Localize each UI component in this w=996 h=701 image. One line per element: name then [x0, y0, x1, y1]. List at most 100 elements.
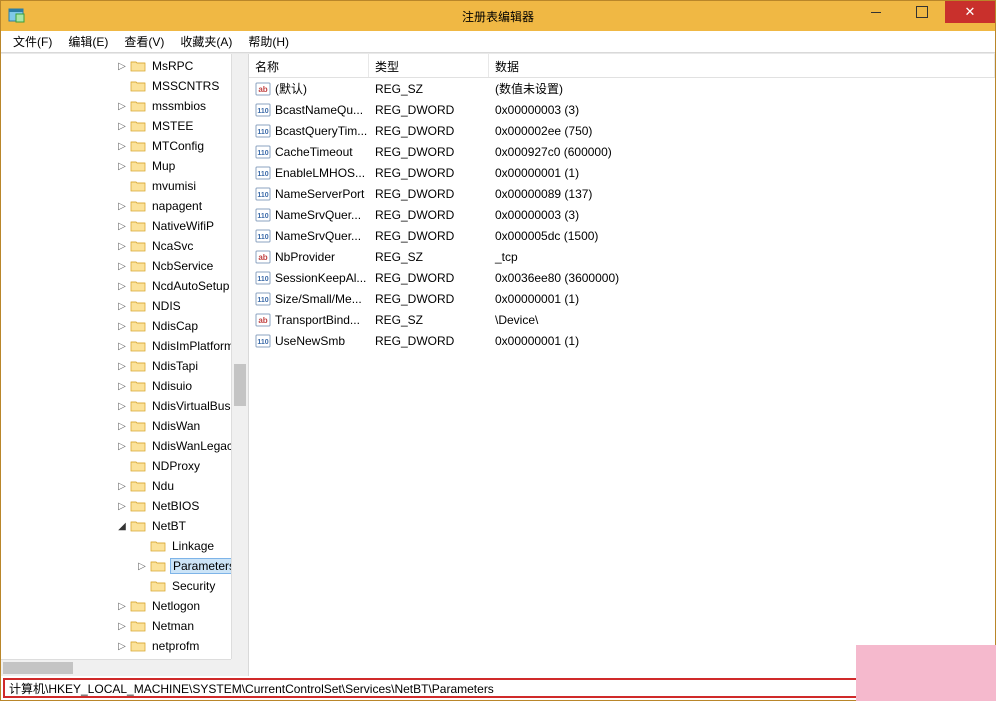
- tree-label[interactable]: MsRPC: [150, 58, 195, 74]
- chevron-right-icon[interactable]: ▷: [116, 600, 128, 612]
- cell-name[interactable]: UseNewSmb: [249, 333, 369, 349]
- tree-label[interactable]: NdisTapi: [150, 358, 200, 374]
- list-row[interactable]: NameSrvQuer...REG_DWORD0x000005dc (1500): [249, 225, 995, 246]
- scrollbar-thumb[interactable]: [3, 662, 73, 674]
- tree-node[interactable]: ▷ NcdAutoSetup: [1, 276, 248, 296]
- chevron-right-icon[interactable]: ▷: [116, 440, 128, 452]
- list-row[interactable]: CacheTimeoutREG_DWORD0x000927c0 (600000): [249, 141, 995, 162]
- minimize-button[interactable]: [853, 1, 899, 23]
- tree-node[interactable]: ▷Parameters: [1, 556, 248, 576]
- tree-label[interactable]: netprofm: [150, 638, 201, 654]
- cell-name[interactable]: SessionKeepAl...: [249, 270, 369, 286]
- list-row[interactable]: TransportBind...REG_SZ\Device\: [249, 309, 995, 330]
- chevron-right-icon[interactable]: ▷: [136, 560, 148, 572]
- tree-node[interactable]: ▷MSSCNTRS: [1, 76, 248, 96]
- tree-label[interactable]: NcdAutoSetup: [150, 278, 231, 294]
- list-row[interactable]: NameServerPortREG_DWORD0x00000089 (137): [249, 183, 995, 204]
- tree-label[interactable]: Mup: [150, 158, 177, 174]
- tree-vertical-scrollbar[interactable]: [231, 54, 248, 659]
- cell-name[interactable]: NameSrvQuer...: [249, 228, 369, 244]
- tree-label[interactable]: NativeWifiP: [150, 218, 216, 234]
- menu-view[interactable]: 查看(V): [116, 31, 172, 52]
- tree-scroll[interactable]: ▷MsRPC▷MSSCNTRS▷mssmbios▷MSTEE▷MTConfig▷…: [1, 54, 248, 676]
- list-row[interactable]: BcastNameQu...REG_DWORD0x00000003 (3): [249, 99, 995, 120]
- tree-node[interactable]: ▷ mssmbios: [1, 96, 248, 116]
- chevron-right-icon[interactable]: ▷: [116, 280, 128, 292]
- chevron-right-icon[interactable]: ▷: [116, 140, 128, 152]
- tree-node[interactable]: ▷NdisVirtualBus: [1, 396, 248, 416]
- menu-favorites[interactable]: 收藏夹(A): [172, 31, 240, 52]
- tree-label[interactable]: Security: [170, 578, 217, 594]
- menu-edit[interactable]: 编辑(E): [60, 31, 116, 52]
- tree-label[interactable]: mssmbios: [150, 98, 208, 114]
- chevron-right-icon[interactable]: ▷: [116, 240, 128, 252]
- tree-label[interactable]: NDIS: [150, 298, 183, 314]
- tree-horizontal-scrollbar[interactable]: [1, 659, 231, 676]
- chevron-right-icon[interactable]: ▷: [116, 360, 128, 372]
- header-data[interactable]: 数据: [489, 54, 995, 77]
- list-row[interactable]: NbProviderREG_SZ_tcp: [249, 246, 995, 267]
- chevron-right-icon[interactable]: ▷: [116, 480, 128, 492]
- tree-node[interactable]: ▷ NdisTapi: [1, 356, 248, 376]
- tree-node[interactable]: ▷NdisWanLegacy: [1, 436, 248, 456]
- header-name[interactable]: 名称: [249, 54, 369, 77]
- tree-node[interactable]: ▷Ndisuio: [1, 376, 248, 396]
- tree-label[interactable]: NcbService: [150, 258, 215, 274]
- tree-node[interactable]: ▷NDProxy: [1, 456, 248, 476]
- tree-label[interactable]: MSTEE: [150, 118, 195, 134]
- tree-node[interactable]: ▷ NcbService: [1, 256, 248, 276]
- tree-node[interactable]: ▷ MTConfig: [1, 136, 248, 156]
- tree-node[interactable]: ◢NetBT: [1, 516, 248, 536]
- tree-node[interactable]: ▷ Netlogon: [1, 596, 248, 616]
- cell-name[interactable]: EnableLMHOS...: [249, 165, 369, 181]
- tree-node[interactable]: ▷Security: [1, 576, 248, 596]
- tree-label[interactable]: Netlogon: [150, 598, 202, 614]
- list-pane[interactable]: 名称 类型 数据 (默认)REG_SZ(数值未设置)BcastNameQu...…: [249, 54, 995, 676]
- chevron-right-icon[interactable]: ▷: [116, 320, 128, 332]
- tree-node[interactable]: ▷ NativeWifiP: [1, 216, 248, 236]
- scrollbar-thumb[interactable]: [234, 364, 246, 406]
- tree-label[interactable]: NetBT: [150, 518, 188, 534]
- chevron-right-icon[interactable]: ▷: [116, 200, 128, 212]
- tree-label[interactable]: Ndisuio: [150, 378, 194, 394]
- tree-node[interactable]: ▷NdisImPlatform: [1, 336, 248, 356]
- tree-label[interactable]: napagent: [150, 198, 204, 214]
- titlebar[interactable]: 注册表编辑器: [1, 1, 995, 31]
- tree-node[interactable]: ▷MsRPC: [1, 56, 248, 76]
- chevron-right-icon[interactable]: ▷: [116, 300, 128, 312]
- list-row[interactable]: SessionKeepAl...REG_DWORD0x0036ee80 (360…: [249, 267, 995, 288]
- menu-file[interactable]: 文件(F): [5, 31, 60, 52]
- tree-node[interactable]: ▷ NdisWan: [1, 416, 248, 436]
- chevron-right-icon[interactable]: ▷: [116, 220, 128, 232]
- tree-node[interactable]: ▷ NDIS: [1, 296, 248, 316]
- chevron-right-icon[interactable]: ▷: [116, 420, 128, 432]
- list-row[interactable]: EnableLMHOS...REG_DWORD0x00000001 (1): [249, 162, 995, 183]
- chevron-right-icon[interactable]: ▷: [116, 100, 128, 112]
- tree-node[interactable]: ▷Netman: [1, 616, 248, 636]
- chevron-right-icon[interactable]: ▷: [116, 260, 128, 272]
- chevron-right-icon[interactable]: ▷: [116, 340, 128, 352]
- tree-node[interactable]: ▷MSTEE: [1, 116, 248, 136]
- chevron-right-icon[interactable]: ▷: [116, 160, 128, 172]
- tree-label[interactable]: NcaSvc: [150, 238, 195, 254]
- tree-label[interactable]: Linkage: [170, 538, 216, 554]
- cell-name[interactable]: NameSrvQuer...: [249, 207, 369, 223]
- tree-label[interactable]: NdisWan: [150, 418, 202, 434]
- tree-label[interactable]: NetBIOS: [150, 498, 201, 514]
- tree-node[interactable]: ▷Linkage: [1, 536, 248, 556]
- tree-node[interactable]: ▷mvumisi: [1, 176, 248, 196]
- chevron-right-icon[interactable]: ▷: [116, 500, 128, 512]
- header-type[interactable]: 类型: [369, 54, 489, 77]
- list-body[interactable]: (默认)REG_SZ(数值未设置)BcastNameQu...REG_DWORD…: [249, 78, 995, 351]
- cell-name[interactable]: TransportBind...: [249, 312, 369, 328]
- tree-node[interactable]: ▷ Mup: [1, 156, 248, 176]
- cell-name[interactable]: (默认): [249, 80, 369, 97]
- list-row[interactable]: (默认)REG_SZ(数值未设置): [249, 78, 995, 99]
- tree-node[interactable]: ▷ NcaSvc: [1, 236, 248, 256]
- tree-label[interactable]: MTConfig: [150, 138, 206, 154]
- tree-label[interactable]: NdisCap: [150, 318, 200, 334]
- cell-name[interactable]: BcastQueryTim...: [249, 123, 369, 139]
- maximize-button[interactable]: [899, 1, 945, 23]
- tree-label[interactable]: mvumisi: [150, 178, 198, 194]
- tree-node[interactable]: ▷ napagent: [1, 196, 248, 216]
